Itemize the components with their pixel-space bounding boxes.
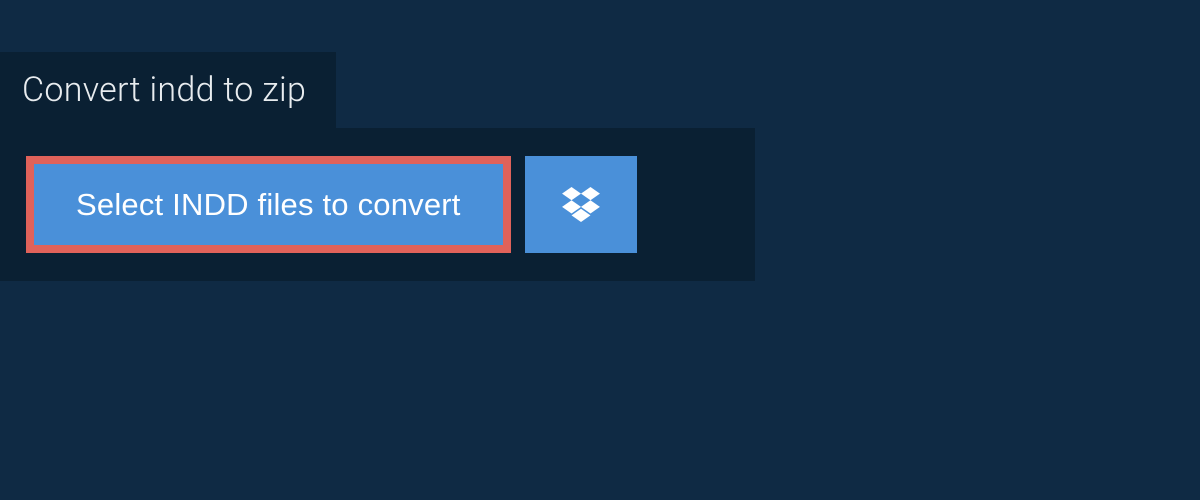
title-tab: Convert indd to zip xyxy=(0,52,336,128)
upload-panel: Select INDD files to convert xyxy=(0,128,755,281)
dropbox-icon xyxy=(562,187,600,223)
button-row: Select INDD files to convert xyxy=(26,156,729,253)
select-files-button[interactable]: Select INDD files to convert xyxy=(26,156,511,253)
select-files-label: Select INDD files to convert xyxy=(76,186,461,223)
page-title: Convert indd to zip xyxy=(22,70,306,110)
dropbox-button[interactable] xyxy=(525,156,637,253)
